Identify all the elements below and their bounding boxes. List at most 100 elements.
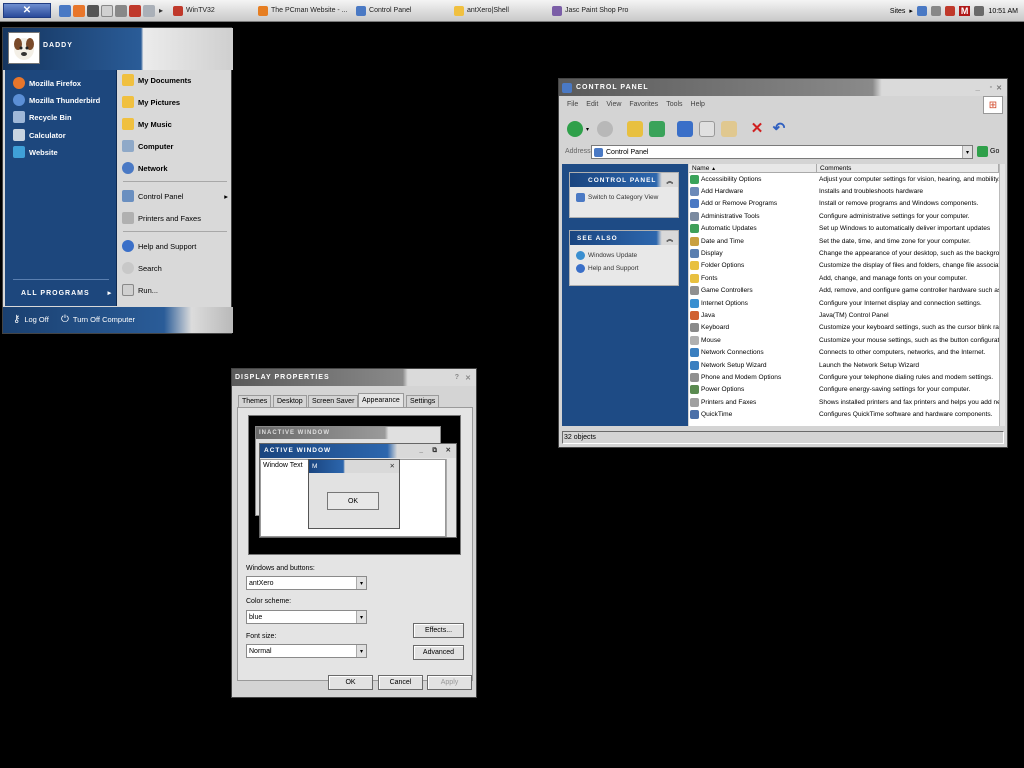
all-programs-button[interactable]: All Programs ▸ — [21, 289, 112, 298]
window-titlebar[interactable]: Display Properties ? ✕ — [232, 369, 476, 386]
start-item-my-documents[interactable]: My Documents — [122, 74, 191, 86]
item-name-cell[interactable]: Keyboard — [689, 323, 817, 333]
menu-edit[interactable]: Edit — [586, 101, 598, 108]
close-button[interactable]: ✕ — [465, 374, 472, 382]
clock[interactable]: 10:51 AM — [988, 8, 1018, 15]
item-name-cell[interactable]: Date and Time — [689, 236, 817, 246]
chevron-down-icon[interactable]: ▾ — [962, 146, 972, 158]
tab-screen-saver[interactable]: Screen Saver — [308, 395, 359, 407]
help-button[interactable]: ? — [455, 374, 460, 381]
list-item[interactable]: Network Connections Connects to other com… — [689, 346, 999, 358]
see-also-help[interactable]: Help and Support — [570, 262, 678, 275]
item-name-cell[interactable]: QuickTime — [689, 410, 817, 420]
tab-desktop[interactable]: Desktop — [273, 395, 307, 407]
forward-icon[interactable] — [597, 121, 613, 137]
item-name-cell[interactable]: Network Setup Wizard — [689, 360, 817, 370]
list-item[interactable]: Administrative Tools Configure administra… — [689, 210, 999, 222]
item-name-cell[interactable]: Folder Options — [689, 261, 817, 271]
item-name-cell[interactable]: Fonts — [689, 273, 817, 283]
taskbar-button-control-panel[interactable]: Control Panel — [352, 2, 450, 19]
start-item-thunderbird[interactable]: Mozilla Thunderbird — [13, 94, 100, 106]
list-item[interactable]: Display Change the appearance of your des… — [689, 247, 999, 259]
list-item[interactable]: Folder Options Customize the display of f… — [689, 260, 999, 272]
go-button[interactable]: Go — [977, 146, 999, 157]
cut-icon[interactable] — [677, 121, 693, 137]
firefox-icon[interactable] — [73, 4, 85, 17]
start-button[interactable]: ✕ — [3, 3, 51, 18]
start-item-network[interactable]: Network — [122, 162, 168, 174]
start-item-my-pictures[interactable]: My Pictures — [122, 96, 180, 108]
item-name-cell[interactable]: Accessibility Options — [689, 174, 817, 184]
menu-help[interactable]: Help — [691, 101, 705, 108]
turn-off-button[interactable]: ⏻ Turn Off Computer — [61, 314, 135, 325]
chevron-down-icon[interactable]: ▾ — [356, 645, 366, 657]
list-item[interactable]: QuickTime Configures QuickTime software a… — [689, 408, 999, 420]
list-item[interactable]: Network Setup Wizard Launch the Network S… — [689, 359, 999, 371]
start-item-control-panel[interactable]: Control Panel ▸ — [122, 190, 230, 202]
item-name-cell[interactable]: Printers and Faxes — [689, 397, 817, 407]
column-header-comments[interactable]: Comments — [817, 164, 999, 172]
app-icon[interactable] — [101, 4, 113, 17]
start-item-computer[interactable]: Computer — [122, 140, 173, 152]
mail-icon[interactable]: M — [958, 6, 971, 16]
windows-buttons-select[interactable]: antXero ▾ — [246, 576, 367, 590]
tab-settings[interactable]: Settings — [406, 395, 440, 407]
start-item-run[interactable]: Run... — [122, 284, 158, 296]
item-name-cell[interactable]: Administrative Tools — [689, 211, 817, 221]
item-name-cell[interactable]: Automatic Updates — [689, 224, 817, 234]
start-item-search[interactable]: Search — [122, 262, 162, 274]
avatar[interactable] — [8, 32, 40, 64]
list-item[interactable]: Internet Options Configure your Internet … — [689, 297, 999, 309]
list-item[interactable]: Fonts Add, change, and manage fonts on yo… — [689, 272, 999, 284]
item-name-cell[interactable]: Phone and Modem Options — [689, 372, 817, 382]
item-name-cell[interactable]: Network Connections — [689, 348, 817, 358]
list-item[interactable]: Automatic Updates Set up Windows to autom… — [689, 223, 999, 235]
list-item[interactable]: Add Hardware Installs and troubleshoots h… — [689, 185, 999, 197]
up-folder-icon[interactable] — [627, 121, 643, 137]
menu-view[interactable]: View — [606, 101, 621, 108]
chevron-right-icon[interactable]: ▸ — [909, 7, 913, 15]
paste-icon[interactable] — [721, 121, 737, 137]
switch-view-link[interactable]: Switch to Category View — [570, 187, 678, 204]
taskbar-button-shell[interactable]: antXero|Shell — [450, 2, 548, 19]
sites-label[interactable]: Sites — [890, 8, 906, 15]
tab-themes[interactable]: Themes — [238, 395, 272, 407]
item-name-cell[interactable]: Add Hardware — [689, 187, 817, 197]
network-icon[interactable] — [916, 6, 927, 16]
minimize-button[interactable]: _ — [976, 83, 981, 92]
item-name-cell[interactable]: Power Options — [689, 385, 817, 395]
menu-tools[interactable]: Tools — [666, 101, 682, 108]
item-name-cell[interactable]: Game Controllers — [689, 286, 817, 296]
collapse-icon[interactable]: ︽ — [667, 233, 675, 243]
chevron-down-icon[interactable]: ▾ — [356, 577, 366, 589]
security-icon[interactable] — [944, 6, 955, 16]
apply-button[interactable]: Apply — [427, 675, 472, 690]
collapse-icon[interactable]: ︽ — [667, 175, 675, 185]
window-titlebar[interactable]: Control Panel _ ▫ ✕ — [559, 79, 1007, 96]
color-scheme-select[interactable]: blue ▾ — [246, 610, 367, 624]
volume-icon[interactable] — [930, 6, 941, 16]
start-item-website[interactable]: Website — [13, 146, 58, 158]
start-item-calculator[interactable]: Calculator — [13, 129, 66, 141]
item-name-cell[interactable]: Internet Options — [689, 298, 817, 308]
app-icon[interactable] — [115, 4, 127, 17]
cancel-button[interactable]: Cancel — [378, 675, 423, 690]
menu-favorites[interactable]: Favorites — [629, 101, 658, 108]
chevron-down-icon[interactable]: ▾ — [356, 611, 366, 623]
media-icon[interactable] — [87, 4, 99, 17]
refresh-icon[interactable] — [649, 121, 665, 137]
list-item[interactable]: Game Controllers Add, remove, and configu… — [689, 285, 999, 297]
list-item[interactable]: Keyboard Customize your keyboard settings… — [689, 322, 999, 334]
app-icon[interactable] — [129, 4, 141, 17]
advanced-button[interactable]: Advanced — [413, 645, 464, 660]
scrollbar[interactable] — [999, 164, 1005, 426]
delete-icon[interactable]: ✕ — [749, 121, 765, 137]
list-item[interactable]: Power Options Configure energy-saving set… — [689, 384, 999, 396]
font-size-select[interactable]: Normal ▾ — [246, 644, 367, 658]
address-bar[interactable]: Control Panel ▾ — [591, 145, 973, 159]
see-also-windows-update[interactable]: Windows Update — [570, 245, 678, 262]
list-item[interactable]: Add or Remove Programs Install or remove … — [689, 198, 999, 210]
list-item[interactable]: Java Java(TM) Control Panel — [689, 309, 999, 321]
effects-button[interactable]: Effects... — [413, 623, 464, 638]
item-name-cell[interactable]: Java — [689, 310, 817, 320]
